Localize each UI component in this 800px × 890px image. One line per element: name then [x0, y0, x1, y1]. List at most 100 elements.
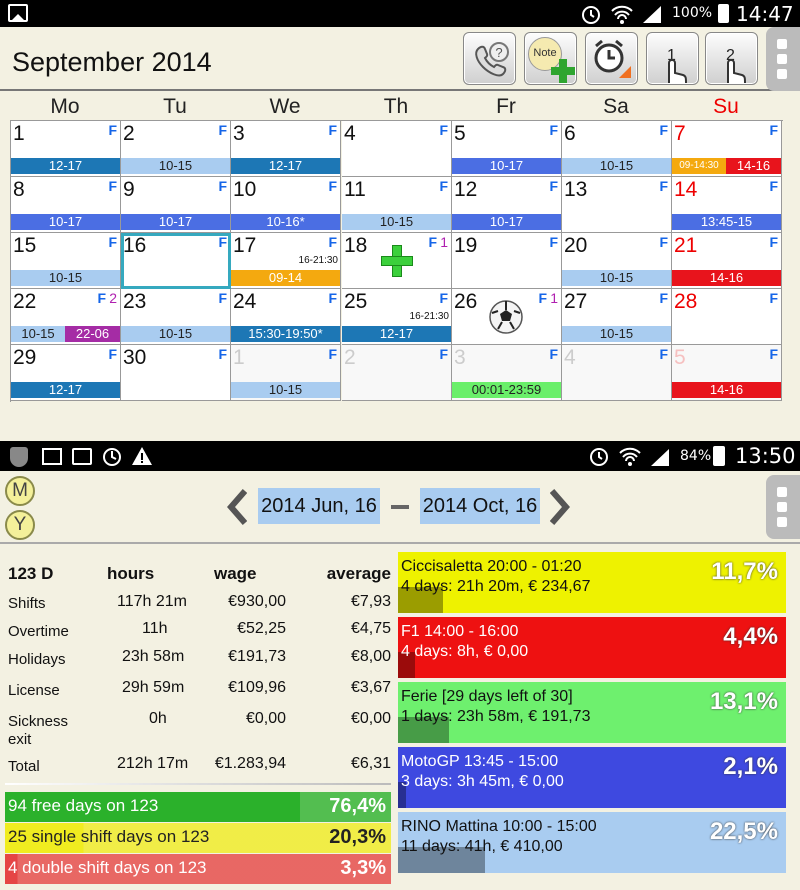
weekday-header: Mo Tu We Th Fr Sa Su — [10, 93, 783, 120]
plus-icon — [551, 59, 575, 83]
day-cell[interactable]: 27 F 10-15 — [562, 289, 672, 345]
day-cell[interactable]: 19 F — [452, 233, 562, 289]
row-label: Holidays — [8, 651, 66, 668]
weekday-label: Fr — [496, 95, 516, 118]
phone-icon: ? — [475, 42, 509, 77]
chevron-left-icon[interactable] — [227, 489, 247, 525]
phone-help-button[interactable]: ? — [463, 32, 516, 85]
overflow-menu-button[interactable] — [766, 475, 800, 539]
day-cell-today[interactable]: 16 F — [121, 233, 231, 289]
signal-icon — [651, 449, 669, 466]
row-label: Total — [8, 758, 40, 775]
overflow-menu-button[interactable] — [766, 27, 800, 91]
two-finger-button[interactable]: 2 — [705, 32, 758, 85]
row-average: €3,67 — [350, 679, 391, 696]
day-cell[interactable]: 3 F 12-17 — [231, 121, 341, 177]
medical-cross-icon — [381, 245, 413, 277]
chevron-right-icon[interactable] — [550, 489, 570, 525]
row-label: License — [8, 682, 60, 699]
year-mode-button[interactable]: Y — [5, 510, 35, 540]
month-mode-button[interactable]: M — [5, 476, 35, 506]
day-cell[interactable]: 17 F 16-21:30 09-14 — [231, 233, 341, 289]
day-cell-next-month[interactable]: 1 F 10-15 — [231, 345, 341, 401]
day-cell-next-month[interactable]: 5 F 14-16 — [672, 345, 782, 401]
weekday-label: Tu — [163, 95, 187, 118]
day-cell-next-month[interactable]: 2F — [342, 345, 452, 401]
day-cell[interactable]: 23 F 10-15 — [121, 289, 231, 345]
row-average: €7,93 — [350, 593, 391, 610]
day-cell[interactable]: 9 F 10-17 — [121, 177, 231, 233]
day-cell[interactable]: 30 F — [121, 345, 231, 401]
row-label: Overtime — [8, 623, 69, 640]
row-average: €0,00 — [350, 710, 391, 727]
stats-table: 123 D hours wage average Shifts 117h 21m… — [0, 546, 398, 890]
one-finger-button[interactable]: 1 — [646, 32, 699, 85]
day-cell[interactable]: 25 F 16-21:30 12-17 — [342, 289, 452, 345]
date-from-field[interactable]: 2014 Jun, 16 — [258, 488, 380, 524]
row-hours: 23h 58m — [122, 648, 185, 665]
soccer-ball-icon — [489, 300, 523, 334]
shift-bar: 10-15 — [121, 158, 230, 174]
finger-icon — [668, 59, 687, 84]
page-title[interactable]: September 2014 — [12, 47, 212, 78]
alarm-button[interactable] — [585, 32, 638, 85]
shift-type-item[interactable]: Ferie [29 days left of 30] 1 days: 23h 58… — [398, 682, 786, 743]
row-wage: €1.283,94 — [214, 755, 286, 772]
day-cell[interactable]: 15 F 10-15 — [11, 233, 121, 289]
day-cell[interactable]: 6 F 10-15 — [562, 121, 672, 177]
shift-bar: 12-17 — [11, 382, 120, 398]
shift-bar: 09-14:30 — [672, 158, 726, 174]
day-cell[interactable]: 20 F 10-15 — [562, 233, 672, 289]
hours-header: hours — [107, 564, 155, 583]
day-cell[interactable]: 10 F 10-16* — [231, 177, 341, 233]
day-cell[interactable]: 22 F 2 10-15 22-06 — [11, 289, 121, 345]
day-cell[interactable]: 13 F — [562, 177, 672, 233]
shift-type-item[interactable]: F1 14:00 - 16:00 4 days: 8h, € 0,00 4,4% — [398, 617, 786, 678]
gallery-icon — [42, 448, 62, 465]
day-cell[interactable]: 21 F 14-16 — [672, 233, 782, 289]
range-dash — [391, 505, 409, 509]
shift-bar: 14-16 — [672, 382, 781, 398]
shift-bar: 14-16 — [672, 270, 781, 286]
shift-bar: 10-15 — [121, 326, 230, 342]
row-label: exit — [8, 731, 32, 748]
shift-bar: 10-15 — [11, 326, 65, 342]
report-toolbar: M Y 2014 Jun, 16 2014 Oct, 16 — [0, 471, 800, 544]
day-cell[interactable]: 11 F 10-15 — [342, 177, 452, 233]
row-hours: 29h 59m — [122, 679, 185, 696]
shift-type-item[interactable]: Ciccisaletta 20:00 - 01:20 4 days: 21h 20… — [398, 552, 786, 613]
day-cell[interactable]: 26 F 1 — [452, 289, 562, 345]
warning-icon — [132, 447, 152, 465]
shift-bar: 15:30-19:50* — [231, 326, 340, 342]
day-cell[interactable]: 28 F — [672, 289, 782, 345]
row-average: €6,31 — [350, 755, 391, 772]
day-cell[interactable]: 12 F 10-17 — [452, 177, 562, 233]
double-shift-bar: 4 double shift days on 123 3,3% — [5, 854, 391, 884]
day-cell[interactable]: 4F — [342, 121, 452, 177]
add-note-button[interactable]: Note — [524, 32, 577, 85]
day-cell[interactable]: 8 F 10-17 — [11, 177, 121, 233]
shift-type-item[interactable]: MotoGP 13:45 - 15:00 3 days: 3h 45m, € 0,… — [398, 747, 786, 808]
weekday-label: Su — [713, 95, 739, 118]
day-cell[interactable]: 29 F 12-17 — [11, 345, 121, 401]
shift-bar: 10-17 — [121, 214, 230, 230]
day-cell-next-month[interactable]: 3 F 00:01-23:59 — [452, 345, 562, 401]
row-wage: €930,00 — [228, 593, 286, 610]
day-cell[interactable]: 5 F 10-17 — [452, 121, 562, 177]
gallery-icon — [8, 4, 28, 22]
row-hours: 0h — [149, 710, 167, 727]
date-to-field[interactable]: 2014 Oct, 16 — [420, 488, 540, 524]
weekday-label: Mo — [50, 95, 80, 118]
shift-type-item[interactable]: RINO Mattina 10:00 - 15:00 11 days: 41h, … — [398, 812, 786, 873]
weekday-label: We — [269, 95, 301, 118]
day-cell[interactable]: 2 F 10-15 — [121, 121, 231, 177]
row-wage: €0,00 — [245, 710, 286, 727]
wifi-icon — [611, 5, 633, 24]
day-cell[interactable]: 24 F 15:30-19:50* — [231, 289, 341, 345]
day-cell[interactable]: 18 F 1 — [342, 233, 452, 289]
day-cell[interactable]: 7 F 09-14:30 14-16 — [672, 121, 782, 177]
day-cell[interactable]: 14 F 13:45-15 — [672, 177, 782, 233]
day-cell-next-month[interactable]: 4F — [562, 345, 672, 401]
weekday-label: Th — [383, 95, 409, 118]
day-cell[interactable]: 1 F 12-17 — [11, 121, 121, 177]
